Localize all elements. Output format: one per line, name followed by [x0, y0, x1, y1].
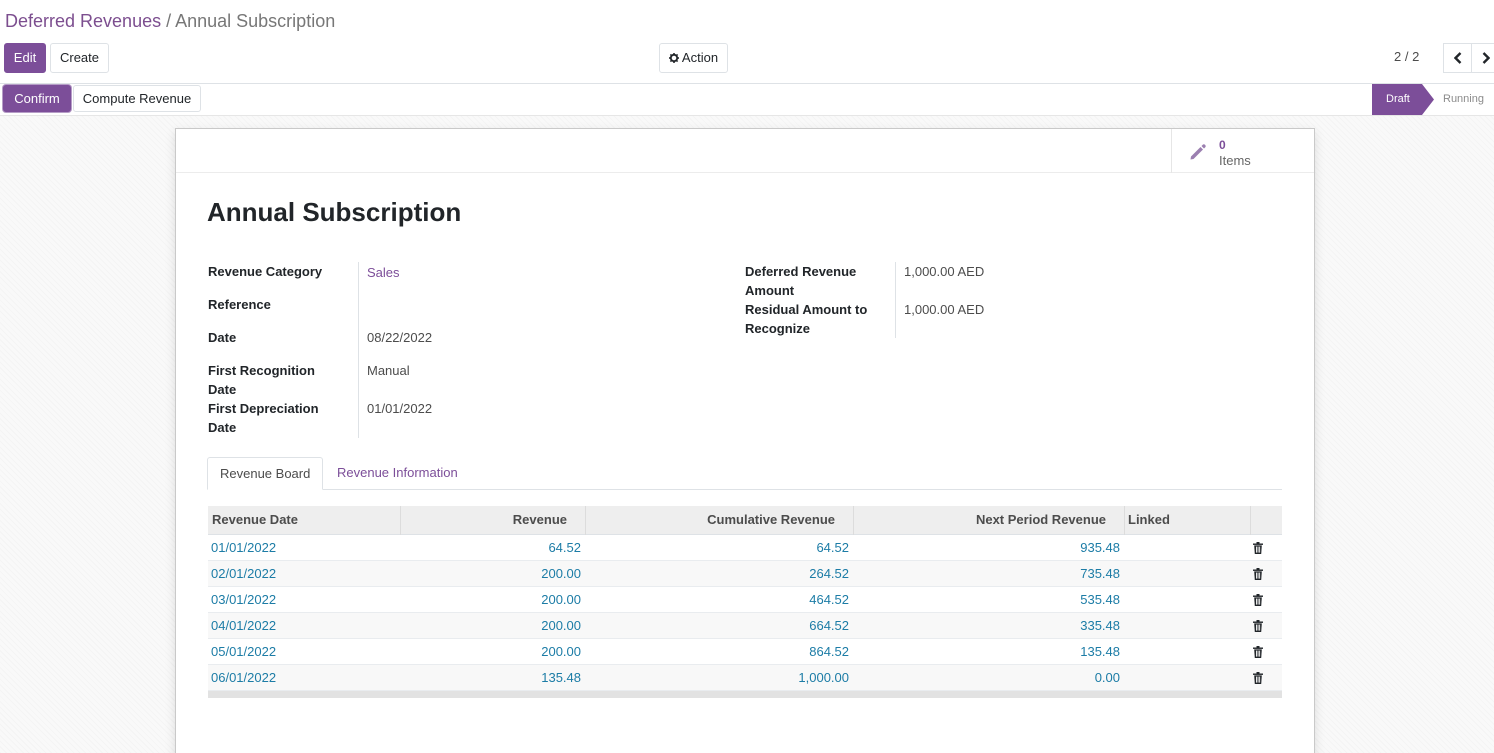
date-value: 08/22/2022	[367, 330, 433, 345]
notebook-tabs: Revenue Board Revenue Information	[207, 457, 1282, 490]
table-row[interactable]: 02/01/2022 200.00 264.52 735.48	[208, 561, 1282, 587]
table-row[interactable]: 01/01/2022 64.52 64.52 935.48	[208, 535, 1282, 561]
action-label: Action	[681, 50, 719, 65]
breadcrumb: Deferred Revenues / Annual Subscription	[5, 10, 335, 32]
tab-revenue-board[interactable]: Revenue Board	[207, 457, 324, 490]
cell-revenue-date: 02/01/2022	[211, 566, 277, 581]
status-draft[interactable]: Draft	[1372, 84, 1434, 115]
cell-next-period-revenue: 735.48	[1080, 566, 1120, 581]
revenue-board-table: Revenue Date Revenue Cumulative Revenue …	[208, 506, 1282, 698]
cell-cumulative-revenue: 864.52	[809, 644, 849, 659]
residual-amount-label: Residual Amount to Recognize	[745, 302, 868, 336]
table-header: Revenue Date Revenue Cumulative Revenue …	[208, 506, 1282, 535]
trash-icon[interactable]	[1253, 620, 1263, 632]
column-separator	[1124, 506, 1125, 535]
cell-revenue: 200.00	[541, 592, 581, 607]
cell-next-period-revenue: 935.48	[1080, 540, 1120, 555]
pencil-icon	[1190, 144, 1206, 160]
items-label: Items	[1219, 153, 1251, 168]
column-next-period-revenue[interactable]: Next Period Revenue	[853, 506, 1106, 535]
first-recognition-date-value: Manual	[367, 363, 410, 378]
revenue-category-value[interactable]: Sales	[367, 263, 400, 282]
cell-revenue: 64.52	[548, 540, 581, 555]
table-row[interactable]: 06/01/2022 135.48 1,000.00 0.00	[208, 665, 1282, 691]
tab-revenue-information[interactable]: Revenue Information	[325, 457, 470, 490]
cell-revenue-date: 04/01/2022	[211, 618, 277, 633]
breadcrumb-parent-link[interactable]: Deferred Revenues	[5, 11, 161, 31]
cell-cumulative-revenue: 64.52	[816, 540, 849, 555]
cell-revenue: 135.48	[541, 670, 581, 685]
residual-amount-value: 1,000.00 AED	[904, 302, 985, 317]
cell-revenue-date: 06/01/2022	[211, 670, 277, 685]
cell-next-period-revenue: 135.48	[1080, 644, 1120, 659]
statusbar: Confirm Compute Revenue Draft Running	[0, 84, 1494, 116]
first-depreciation-date-value: 01/01/2022	[367, 401, 433, 416]
action-dropdown-button[interactable]: Action	[659, 43, 728, 73]
column-revenue[interactable]: Revenue	[400, 506, 567, 535]
pager-next-button[interactable]	[1471, 43, 1494, 73]
trash-icon[interactable]	[1253, 542, 1263, 554]
cell-cumulative-revenue: 664.52	[809, 618, 849, 633]
deferred-revenue-amount-value: 1,000.00 AED	[904, 264, 985, 279]
chevron-right-icon	[1482, 52, 1490, 64]
record-title: Annual Subscription	[207, 197, 462, 227]
trash-icon[interactable]	[1253, 646, 1263, 658]
pager-value[interactable]: 2 / 2	[1394, 49, 1419, 64]
cell-revenue-date: 05/01/2022	[211, 644, 277, 659]
cell-next-period-revenue: 0.00	[1094, 670, 1120, 685]
items-count: 0	[1219, 138, 1226, 152]
chevron-left-icon	[1453, 52, 1461, 64]
items-stat-button[interactable]: 0 Items	[1171, 129, 1315, 173]
cell-revenue: 200.00	[541, 566, 581, 581]
column-revenue-date[interactable]: Revenue Date	[212, 506, 298, 535]
breadcrumb-separator: /	[166, 11, 172, 31]
first-depreciation-date-label: First Depreciation Date	[208, 401, 319, 435]
edit-button[interactable]: Edit	[4, 43, 46, 73]
trash-icon[interactable]	[1253, 672, 1263, 684]
left-group-separator	[358, 262, 359, 438]
column-cumulative-revenue[interactable]: Cumulative Revenue	[585, 506, 835, 535]
compute-revenue-button[interactable]: Compute Revenue	[73, 85, 201, 112]
right-group-separator	[895, 262, 896, 338]
table-body: 01/01/2022 64.52 64.52 935.48 02/01/2022 200.…	[208, 535, 1282, 691]
column-separator	[1250, 506, 1251, 535]
cell-revenue-date: 01/01/2022	[211, 540, 277, 555]
table-row[interactable]: 03/01/2022 200.00 464.52 535.48	[208, 587, 1282, 613]
cell-revenue-date: 03/01/2022	[211, 592, 277, 607]
cell-next-period-revenue: 335.48	[1080, 618, 1120, 633]
trash-icon[interactable]	[1253, 568, 1263, 580]
status-running[interactable]: Running	[1443, 84, 1484, 115]
confirm-button[interactable]: Confirm	[3, 85, 71, 112]
control-panel: Deferred Revenues / Annual Subscription Ed…	[0, 0, 1494, 84]
gear-icon	[668, 53, 679, 63]
pager-previous-button[interactable]	[1443, 43, 1472, 73]
table-row[interactable]: 05/01/2022 200.00 864.52 135.48	[208, 639, 1282, 665]
cell-next-period-revenue: 535.48	[1080, 592, 1120, 607]
column-linked[interactable]: Linked	[1128, 506, 1170, 535]
cell-cumulative-revenue: 464.52	[809, 592, 849, 607]
create-button[interactable]: Create	[50, 43, 109, 73]
reference-label: Reference	[208, 297, 271, 312]
cell-revenue: 200.00	[541, 618, 581, 633]
cell-cumulative-revenue: 264.52	[809, 566, 849, 581]
deferred-revenue-amount-label: Deferred Revenue Amount	[745, 264, 857, 298]
first-recognition-date-label: First Recognition Date	[208, 363, 315, 397]
trash-icon[interactable]	[1253, 594, 1263, 606]
button-box: 0 Items	[176, 129, 1314, 173]
table-row[interactable]: 04/01/2022 200.00 664.52 335.48	[208, 613, 1282, 639]
cell-cumulative-revenue: 1,000.00	[798, 670, 849, 685]
cell-revenue: 200.00	[541, 644, 581, 659]
date-label: Date	[208, 330, 237, 345]
breadcrumb-current: Annual Subscription	[175, 11, 336, 31]
revenue-category-label: Revenue Category	[208, 264, 323, 279]
table-footer	[208, 691, 1282, 698]
